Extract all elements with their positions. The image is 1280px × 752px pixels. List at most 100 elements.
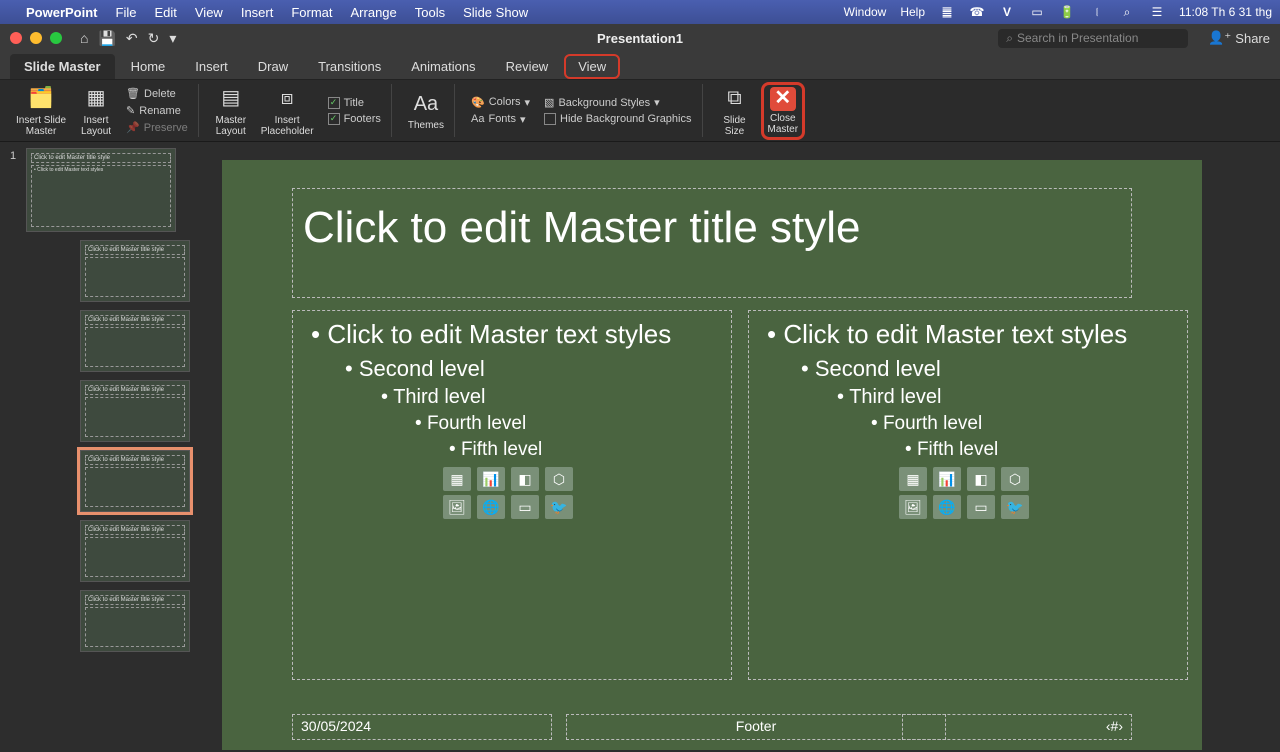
close-icon: ✕ [770, 87, 796, 111]
menu-slideshow[interactable]: Slide Show [463, 5, 528, 20]
thumbnail-layout[interactable]: Click to edit Master title style [4, 310, 194, 372]
v-icon[interactable]: V [999, 5, 1015, 19]
delete-button[interactable]: 🗑Delete [122, 86, 192, 101]
title-checkbox[interactable]: Title [324, 96, 385, 110]
slide-canvas[interactable]: Click to edit Master title style Click t… [198, 142, 1280, 752]
label: Insert Slide Master [16, 115, 66, 137]
3d-icon[interactable]: ⬡ [545, 467, 573, 491]
tab-animations[interactable]: Animations [397, 54, 489, 79]
save-icon[interactable]: 💾 [98, 30, 115, 47]
home-icon[interactable]: ⌂ [80, 30, 88, 46]
thumbnail-master[interactable]: 1 Click to edit Master title style• Clic… [4, 148, 194, 232]
search-placeholder: Search in Presentation [1017, 31, 1138, 45]
smartart-icon[interactable]: ◧ [511, 467, 539, 491]
thumbnail-panel[interactable]: 1 Click to edit Master title style• Clic… [0, 142, 198, 752]
tab-transitions[interactable]: Transitions [304, 54, 395, 79]
slide-number-placeholder[interactable]: ‹#› [902, 714, 1132, 740]
thumbnail-layout-selected[interactable]: Click to edit Master title style [4, 450, 194, 512]
date-placeholder[interactable]: 30/05/2024 [292, 714, 552, 740]
undo-icon[interactable]: ↶ [126, 30, 138, 47]
chart-icon[interactable]: 📊 [933, 467, 961, 491]
traffic-lights [10, 32, 62, 44]
thumbnail-layout[interactable]: Click to edit Master title style [4, 520, 194, 582]
menu-help[interactable]: Help [900, 5, 925, 19]
tab-home[interactable]: Home [117, 54, 180, 79]
tab-view[interactable]: View [564, 54, 620, 79]
share-button[interactable]: 👤⁺ Share [1208, 30, 1270, 46]
search-icon[interactable]: ⌕ [1119, 5, 1135, 19]
icon-icon[interactable]: 🐦 [545, 495, 573, 519]
minimize-window-icon[interactable] [30, 32, 42, 44]
insert-slide-master-button[interactable]: 🗂️Insert Slide Master [12, 83, 70, 139]
menu-window[interactable]: Window [844, 5, 887, 19]
document-title: Presentation1 [597, 31, 683, 46]
picture-icon[interactable]: 🖼 [899, 495, 927, 519]
display-icon[interactable]: ▭ [1029, 5, 1045, 19]
rename-button[interactable]: ✎Rename [122, 103, 192, 118]
insert-placeholder-button[interactable]: ⧈Insert Placeholder [257, 83, 318, 139]
content-placeholder-left[interactable]: Click to edit Master text styles Second … [292, 310, 732, 680]
icon-icon[interactable]: 🐦 [1001, 495, 1029, 519]
table-icon[interactable]: ▦ [443, 467, 471, 491]
fonts-dropdown[interactable]: AaFonts▾ [467, 112, 534, 127]
colors-dropdown[interactable]: 🎨Colors▾ [467, 95, 534, 110]
menu-arrange[interactable]: Arrange [351, 5, 397, 20]
menu-file[interactable]: File [116, 5, 137, 20]
themes-button[interactable]: AaThemes [404, 88, 448, 133]
footers-checkbox[interactable]: Footers [324, 112, 385, 126]
table-icon[interactable]: ▦ [899, 467, 927, 491]
menu-format[interactable]: Format [291, 5, 332, 20]
online-picture-icon[interactable]: 🌐 [477, 495, 505, 519]
label: Close Master [768, 113, 799, 135]
qat-chevron-icon[interactable]: ▾ [169, 30, 176, 47]
online-picture-icon[interactable]: 🌐 [933, 495, 961, 519]
tab-slide-master[interactable]: Slide Master [10, 54, 115, 79]
redo-icon[interactable]: ↻ [148, 30, 160, 47]
tab-review[interactable]: Review [492, 54, 563, 79]
chart-icon[interactable]: 📊 [477, 467, 505, 491]
battery-icon[interactable]: 🔋 [1059, 5, 1075, 19]
tab-draw[interactable]: Draw [244, 54, 302, 79]
background-styles-dropdown[interactable]: ▧Background Styles▾ [540, 95, 695, 110]
maximize-window-icon[interactable] [50, 32, 62, 44]
video-icon[interactable]: ▭ [967, 495, 995, 519]
menu-view[interactable]: View [195, 5, 223, 20]
preserve-button[interactable]: 📌Preserve [122, 120, 192, 135]
slide-master-icon: 🗂️ [27, 85, 55, 113]
slide-size-button[interactable]: ⧉Slide Size [715, 83, 755, 139]
insert-layout-button[interactable]: ▦Insert Layout [76, 83, 116, 139]
master-layout-button[interactable]: ▤Master Layout [211, 83, 251, 139]
footer-placeholder[interactable]: Footer [566, 714, 946, 740]
menu-edit[interactable]: Edit [154, 5, 176, 20]
thumbnail-layout[interactable]: Click to edit Master title style [4, 590, 194, 652]
video-icon[interactable]: ▭ [511, 495, 539, 519]
search-input[interactable]: ⌕ Search in Presentation [998, 29, 1188, 48]
thumb-body [85, 257, 185, 297]
thumbnail-layout[interactable]: Click to edit Master title style [4, 380, 194, 442]
wifi-icon[interactable]: ⧙ [1089, 5, 1105, 19]
menu-insert[interactable]: Insert [241, 5, 274, 20]
viber-icon[interactable]: ☎ [969, 5, 985, 19]
slide[interactable]: Click to edit Master title style Click t… [222, 160, 1202, 750]
picture-icon[interactable]: 🖼 [443, 495, 471, 519]
thumb-title: Click to edit Master title style [85, 525, 185, 535]
delete-icon: 🗑 [126, 87, 140, 100]
level5: Fifth level [449, 439, 721, 461]
app-name[interactable]: PowerPoint [26, 5, 98, 20]
control-center-icon[interactable]: ☰ [1149, 5, 1165, 19]
share-icon: 👤⁺ [1208, 30, 1231, 46]
hide-bg-checkbox[interactable]: Hide Background Graphics [540, 112, 695, 126]
3d-icon[interactable]: ⬡ [1001, 467, 1029, 491]
label: Slide Size [723, 115, 745, 137]
preserve-icon: 📌 [126, 121, 140, 134]
thumbnail-layout[interactable]: Click to edit Master title style [4, 240, 194, 302]
title-placeholder[interactable]: Click to edit Master title style [292, 188, 1132, 298]
clock[interactable]: 11:08 Th 6 31 thg [1179, 5, 1272, 19]
tab-insert[interactable]: Insert [181, 54, 242, 79]
smartart-icon[interactable]: ◧ [967, 467, 995, 491]
line-icon[interactable]: ䷀ [939, 5, 955, 19]
content-placeholder-right[interactable]: Click to edit Master text styles Second … [748, 310, 1188, 680]
close-master-button[interactable]: ✕Close Master [761, 82, 806, 140]
close-window-icon[interactable] [10, 32, 22, 44]
menu-tools[interactable]: Tools [415, 5, 445, 20]
